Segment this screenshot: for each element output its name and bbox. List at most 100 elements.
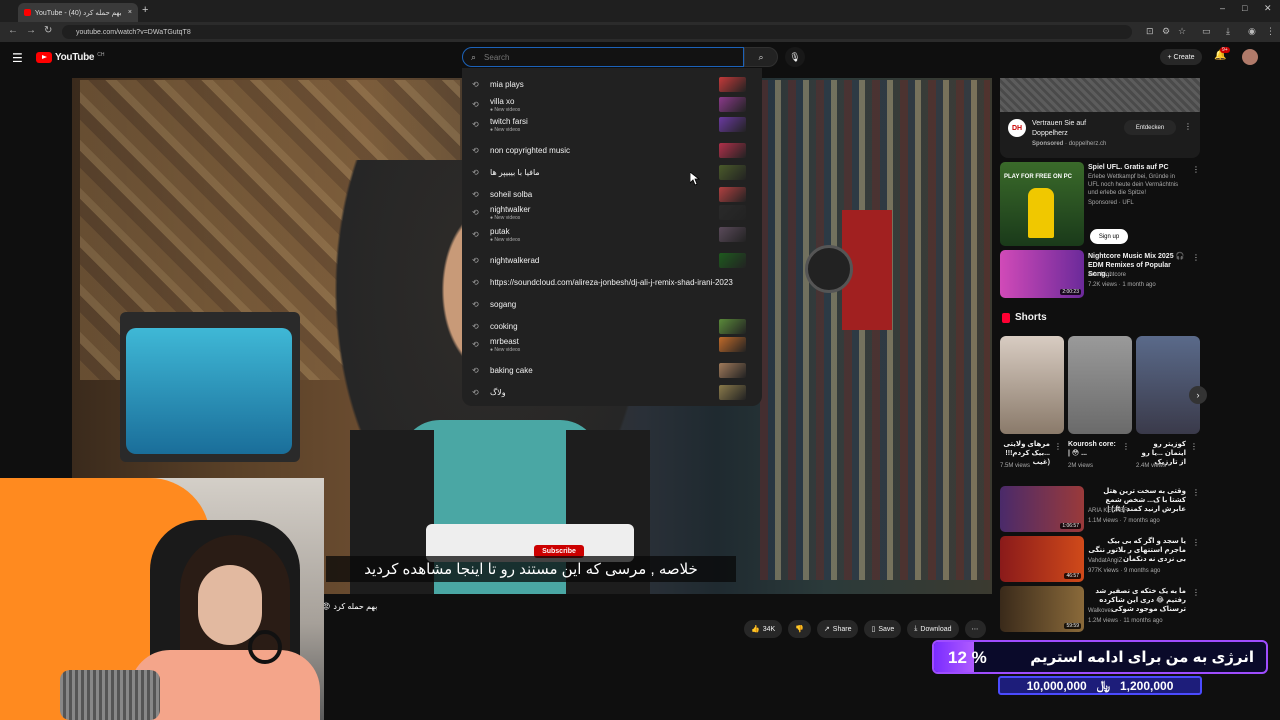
save-button[interactable]: ▯ Save	[864, 620, 902, 638]
history-icon: ⟲	[472, 119, 479, 129]
dislike-button[interactable]: 👎	[788, 620, 811, 638]
shorts-label: Shorts	[1015, 312, 1047, 323]
sidepanel-icon[interactable]: ▭	[1202, 26, 1211, 37]
search-suggestion[interactable]: ⟲ sogang	[472, 294, 752, 314]
video-thumbnail[interactable]: 1:06:57	[1000, 486, 1084, 532]
short-more-icon[interactable]: ⋮	[1054, 442, 1062, 451]
search-suggestion[interactable]: ⟲ baking cake	[472, 360, 752, 380]
search-box[interactable]: ⌕	[462, 47, 744, 67]
account-avatar[interactable]	[1242, 49, 1258, 65]
donation-current: 1,200,000	[1119, 678, 1174, 693]
video-scene-bookshelf	[760, 80, 990, 580]
suggestion-thumbnail	[719, 187, 746, 202]
search-button[interactable]: ⌕	[744, 47, 778, 67]
create-button[interactable]: + Create	[1160, 49, 1202, 65]
like-count: 34K	[762, 625, 776, 633]
youtube-logo[interactable]: YouTube CH	[36, 52, 104, 63]
shorts-next-icon[interactable]: ›	[1189, 386, 1207, 404]
ufl-ad-thumbnail[interactable]: PLAY FOR FREE ON PC	[1000, 162, 1084, 246]
back-icon[interactable]: ←	[8, 25, 18, 36]
close-window-icon[interactable]: ✕	[1264, 3, 1272, 14]
new-tab-button[interactable]: +	[142, 4, 148, 16]
search-suggestion[interactable]: ⟲ non copyrighted music	[472, 140, 752, 160]
rec-more-icon[interactable]: ⋮	[1192, 253, 1200, 262]
short-views: 7.5M views	[1000, 463, 1031, 469]
rec-title[interactable]: Spiel UFL. Gratis auf PC	[1088, 163, 1183, 172]
video-thumbnail[interactable]: 59:59	[1000, 586, 1084, 632]
download-icon[interactable]: ⤓	[1226, 26, 1230, 37]
search-suggestion[interactable]: ⟲ villa xo ● New videos	[472, 94, 752, 114]
download-button[interactable]: ⤓ Download	[907, 620, 959, 638]
save-label: Save	[878, 625, 895, 633]
extension-icon[interactable]: ⚙	[1162, 26, 1170, 37]
reload-icon[interactable]: ↻	[44, 25, 52, 36]
search-suggestion[interactable]: ⟲ cooking	[472, 316, 752, 336]
short-thumbnail[interactable]	[1068, 336, 1132, 434]
video-subtitle: خلاصه , مرسی که این مستند رو تا اینجا مش…	[326, 556, 736, 582]
search-suggestion[interactable]: ⟲ ولاگ	[472, 382, 752, 402]
browser-tab[interactable]: بهم حمله کرد (40) - YouTube ×	[18, 3, 138, 22]
search-icon: ⌕	[471, 51, 477, 62]
ad-cta-button[interactable]: Entdecken	[1124, 120, 1176, 135]
short-thumbnail[interactable]	[1136, 336, 1200, 434]
ad-more-icon[interactable]: ⋮	[1184, 122, 1192, 131]
youtube-favicon-icon	[24, 9, 31, 16]
rec-channel[interactable]: ARIA KEOXER	[1088, 507, 1128, 515]
rec-meta: 7.2K views · 1 month ago	[1088, 282, 1156, 288]
search-suggestion[interactable]: ⟲ nightwalker ● New videos	[472, 202, 752, 222]
history-icon: ⟲	[472, 189, 479, 199]
suggestion-text: مافیا با بیبیپر ها	[490, 167, 540, 177]
share-button[interactable]: ↗ Share	[816, 620, 859, 638]
short-more-icon[interactable]: ⋮	[1190, 442, 1198, 451]
history-icon: ⟲	[472, 79, 479, 89]
rec-more-icon[interactable]: ⋮	[1192, 588, 1200, 597]
video-thumbnail[interactable]: 46:57	[1000, 536, 1084, 582]
maximize-icon[interactable]: □	[1242, 3, 1247, 13]
short-more-icon[interactable]: ⋮	[1122, 442, 1130, 451]
search-suggestion[interactable]: ⟲ mrbeast ● New videos	[472, 334, 752, 354]
history-icon: ⟲	[472, 387, 479, 397]
download-arrow-icon: ⤓	[914, 625, 918, 632]
forward-icon[interactable]: →	[26, 25, 36, 36]
install-icon[interactable]: ⊡	[1146, 26, 1154, 37]
close-tab-icon[interactable]: ×	[128, 9, 132, 16]
history-icon: ⟲	[472, 255, 479, 265]
rec-channel[interactable]: Walkover	[1088, 607, 1113, 615]
search-input[interactable]	[482, 51, 727, 63]
download-label: Download	[920, 625, 952, 633]
bookmark-icon: ▯	[871, 626, 876, 633]
video-duration: 46:57	[1064, 573, 1081, 579]
search-suggestion[interactable]: ⟲ mia plays	[472, 74, 752, 94]
like-button[interactable]: 👍 34K	[744, 620, 783, 638]
thumbs-up-icon: 👍	[751, 626, 760, 633]
voice-search-mic-icon[interactable]: 🎙	[785, 47, 805, 67]
donation-goal-amounts: 10,000,000 ﷼ 1,200,000	[998, 676, 1202, 695]
bookmark-star-icon[interactable]: ☆	[1178, 26, 1186, 37]
search-suggestion[interactable]: ⟲ putak ● New videos	[472, 224, 752, 244]
rec-more-icon[interactable]: ⋮	[1192, 165, 1200, 174]
suggestion-text: twitch farsi	[490, 116, 528, 126]
rec-more-icon[interactable]: ⋮	[1192, 488, 1200, 497]
search-suggestion[interactable]: ⟲ soheil solba	[472, 184, 752, 204]
short-thumbnail[interactable]	[1000, 336, 1064, 434]
share-label: Share	[832, 625, 852, 633]
sign-up-button[interactable]: Sign up	[1090, 229, 1128, 244]
ad-title[interactable]: Vertrauen Sie auf Doppelherz	[1032, 119, 1122, 139]
search-suggestion[interactable]: ⟲ nightwalkerad	[472, 250, 752, 270]
profile-icon[interactable]: ◉	[1248, 26, 1256, 37]
rec-channel[interactable]: VahdatAngiZ	[1088, 557, 1122, 565]
search-suggestion[interactable]: ⟲ مافیا با بیبیپر ها	[472, 162, 752, 182]
notification-count-badge: 9+	[1220, 47, 1230, 53]
rec-channel[interactable]: Aria Nightcore	[1088, 271, 1126, 279]
url-field[interactable]: youtube.com/watch?v=DWaTGutqT8	[62, 25, 1132, 39]
hamburger-menu-icon[interactable]: ☰	[12, 51, 23, 65]
search-suggestion[interactable]: ⟲ twitch farsi ● New videos	[472, 114, 752, 134]
short-title[interactable]: Kourosh core: | 😳 ...	[1068, 440, 1118, 458]
plus-icon: +	[1167, 53, 1172, 61]
browser-menu-icon[interactable]: ⋮	[1266, 26, 1275, 37]
more-actions-button[interactable]: ⋯	[964, 620, 986, 638]
nightcore-thumbnail[interactable]: 2:00:23	[1000, 250, 1084, 298]
search-suggestion[interactable]: ⟲ https://soundcloud.com/alireza-jonbesh/…	[472, 272, 752, 292]
rec-more-icon[interactable]: ⋮	[1192, 538, 1200, 547]
minimize-icon[interactable]: –	[1220, 3, 1225, 13]
